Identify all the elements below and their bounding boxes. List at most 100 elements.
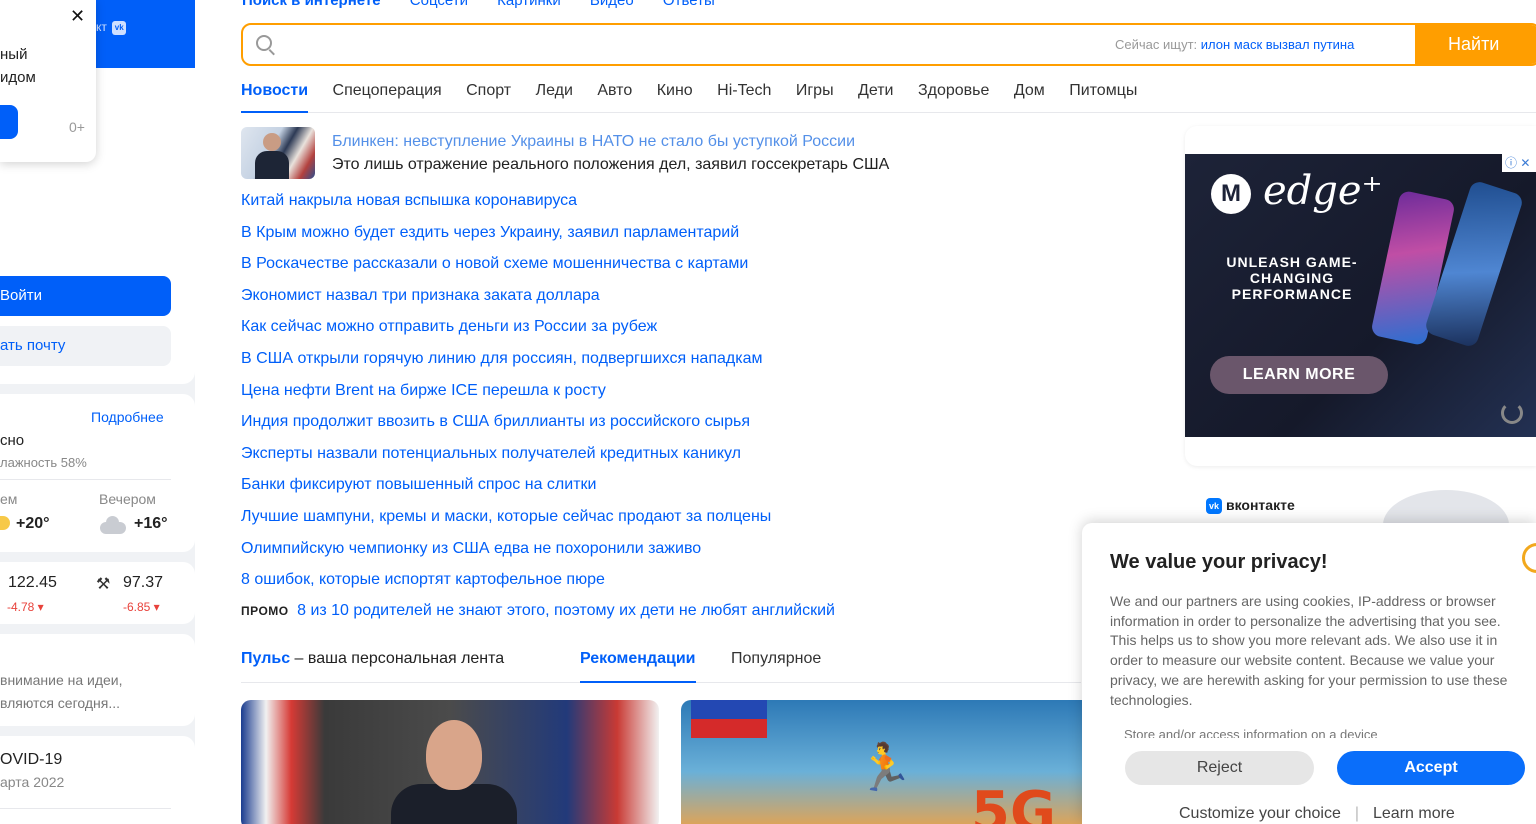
search-tab-answers[interactable]: Ответы — [663, 0, 715, 9]
close-icon[interactable]: ✕ — [70, 6, 85, 27]
privacy-dialog: We value your privacy! We and our partne… — [1082, 523, 1536, 824]
onboarding-popup: ✕ ный идом 0+ — [0, 0, 96, 162]
tab-lady[interactable]: Леди — [536, 82, 573, 113]
link-separator: | — [1354, 805, 1359, 822]
tab-games[interactable]: Игры — [796, 82, 834, 113]
tab-auto[interactable]: Авто — [597, 82, 632, 113]
login-button[interactable]: Войти — [0, 276, 171, 316]
weather-widget: Подробнее сно лажность 58% ем Вечером +2… — [0, 394, 195, 552]
covid-date: арта 2022 — [0, 774, 65, 790]
afternoon-temp: +20° — [16, 515, 50, 532]
weather-condition: сно — [0, 432, 25, 449]
usd-rate: 122.45 — [8, 574, 57, 591]
tab-special-operation[interactable]: Спецоперация — [333, 82, 442, 113]
feed-card-image[interactable]: 🏃 5G — [681, 700, 1101, 824]
rates-widget[interactable]: 122.45 -4.78 ▾ ⚒ 97.37 -6.85 ▾ — [0, 562, 195, 624]
reject-button[interactable]: Reject — [1125, 751, 1314, 785]
tab-health[interactable]: Здоровье — [918, 82, 989, 113]
search-tab-web[interactable]: Поиск в интернете — [242, 0, 381, 9]
news-item[interactable]: Китай накрыла новая вспышка коронавируса — [241, 190, 771, 222]
pulse-name: Пульс — [241, 650, 291, 667]
covid-widget[interactable]: OVID-19 арта 2022 — [0, 736, 195, 824]
search-tabs: Поиск в интернете Соцсети Картинки Видео… — [242, 0, 740, 9]
tab-pets[interactable]: Питомцы — [1069, 82, 1137, 113]
tab-popular[interactable]: Популярное — [731, 650, 821, 668]
promo-item[interactable]: ПРОМО 8 из 10 родителей не знают этого, … — [241, 602, 835, 620]
replay-icon[interactable] — [1501, 402, 1523, 424]
vk-id-text: кт — [96, 20, 107, 34]
news-list: Китай накрыла новая вспышка коронавируса… — [241, 190, 771, 601]
vk-id-label[interactable]: кт vk — [96, 20, 127, 35]
popup-action-button[interactable] — [0, 105, 18, 139]
vk-logo-icon: vk — [1206, 498, 1222, 514]
search-bar: Сейчас ищут: илон маск вызвал путина Най… — [241, 23, 1536, 66]
privacy-purpose: Store and/or access information on a dev… — [1124, 727, 1378, 738]
news-item[interactable]: Эксперты назвали потенциальных получател… — [241, 443, 771, 475]
trending-query[interactable]: Сейчас ищут: илон маск вызвал путина — [1115, 37, 1354, 52]
vk-widget-label: вконтакте — [1226, 497, 1295, 513]
flag-icon — [691, 700, 767, 738]
ad-choices-icon[interactable]: ⓘ ✕ — [1502, 154, 1536, 172]
news-item[interactable]: В Крым можно будет ездить через Украину,… — [241, 222, 771, 254]
ideas-line-2: вляются сегодня... — [0, 695, 120, 711]
ad-banner[interactable]: ⓘ ✕ M edge⁺ UNLEASH GAME-CHANGING PERFOR… — [1185, 154, 1536, 437]
weather-more-link[interactable]: Подробнее — [91, 409, 164, 425]
lead-news-subtitle: Это лишь отражение реального положения д… — [332, 156, 890, 173]
search-tab-video[interactable]: Видео — [590, 0, 634, 9]
news-item[interactable]: Как сейчас можно отправить деньги из Рос… — [241, 316, 771, 348]
promo-tag: ПРОМО — [241, 604, 289, 618]
news-item[interactable]: Индия продолжит ввозить в США бриллианты… — [241, 411, 771, 443]
pulse-label[interactable]: Пульс – ваша персональная лента — [241, 650, 504, 668]
promo-text: 8 из 10 родителей не знают этого, поэтом… — [297, 602, 835, 619]
trending-query-link[interactable]: илон маск вызвал путина — [1201, 37, 1355, 52]
ideas-widget[interactable]: внимание на идеи, вляются сегодня... — [0, 634, 195, 726]
tab-sport[interactable]: Спорт — [466, 82, 511, 113]
tab-cinema[interactable]: Кино — [657, 82, 693, 113]
search-button[interactable]: Найти — [1415, 25, 1536, 64]
news-item[interactable]: В США открыли горячую линию для россиян,… — [241, 348, 771, 380]
feed-tabs: Пульс – ваша персональная лента Рекоменд… — [241, 650, 1081, 683]
news-item[interactable]: Цена нефти Brent на бирже ICE перешла к … — [241, 380, 771, 412]
ad-tagline: UNLEASH GAME-CHANGING PERFORMANCE — [1226, 254, 1358, 302]
create-mail-button[interactable]: ать почту — [0, 326, 171, 366]
learn-more-link[interactable]: Learn more — [1373, 805, 1455, 822]
news-item[interactable]: Банки фиксируют повышенный спрос на слит… — [241, 474, 771, 506]
ad-learn-more-button[interactable]: LEARN MORE — [1210, 356, 1388, 394]
news-item[interactable]: Лучшие шампуни, кремы и маски, которые с… — [241, 506, 771, 538]
news-item[interactable]: Олимпийскую чемпионку из США едва не пох… — [241, 538, 771, 570]
vk-icon: vk — [112, 20, 127, 35]
age-rating: 0+ — [69, 119, 85, 135]
news-item[interactable]: Экономист назвал три признака заката дол… — [241, 285, 771, 317]
graphic-5g: 5G — [971, 780, 1056, 824]
tab-home[interactable]: Дом — [1014, 82, 1045, 113]
search-icon — [256, 35, 272, 51]
news-item[interactable]: В Роскачестве рассказали о новой схеме м… — [241, 253, 771, 285]
news-item[interactable]: 8 ошибок, которые испортят картофельное … — [241, 569, 771, 601]
accept-button[interactable]: Accept — [1337, 751, 1525, 785]
trending-label: Сейчас ищут: — [1115, 37, 1198, 52]
search-tab-images[interactable]: Картинки — [497, 0, 561, 9]
usd-change: -4.78 ▾ — [7, 600, 44, 614]
weather-humidity: лажность 58% — [0, 455, 87, 470]
oil-change: -6.85 ▾ — [123, 600, 160, 614]
evening-label: Вечером — [99, 491, 156, 507]
tab-recommendations[interactable]: Рекомендации — [580, 650, 696, 683]
evening-temp: +16° — [134, 515, 168, 532]
customize-link[interactable]: Customize your choice — [1179, 805, 1341, 822]
runner-icon: 🏃 — [856, 741, 914, 793]
search-input[interactable] — [287, 25, 1107, 64]
tab-hitech[interactable]: Hi-Tech — [717, 82, 771, 113]
lead-news-title[interactable]: Блинкен: невступление Украины в НАТО не … — [332, 133, 855, 151]
sun-icon — [0, 516, 10, 530]
feed-card-image[interactable] — [241, 700, 659, 824]
tab-kids[interactable]: Дети — [858, 82, 893, 113]
lead-news-image[interactable] — [241, 127, 315, 179]
search-tab-social[interactable]: Соцсети — [410, 0, 468, 9]
privacy-body: We and our partners are using cookies, I… — [1110, 593, 1508, 708]
divider — [0, 808, 171, 809]
oil-rate: 97.37 — [123, 574, 164, 591]
news-categories: Новости Спецоперация Спорт Леди Авто Кин… — [241, 82, 1536, 113]
privacy-title: We value your privacy! — [1110, 551, 1328, 573]
consent-logo-icon — [1522, 543, 1536, 573]
tab-news[interactable]: Новости — [241, 82, 309, 113]
